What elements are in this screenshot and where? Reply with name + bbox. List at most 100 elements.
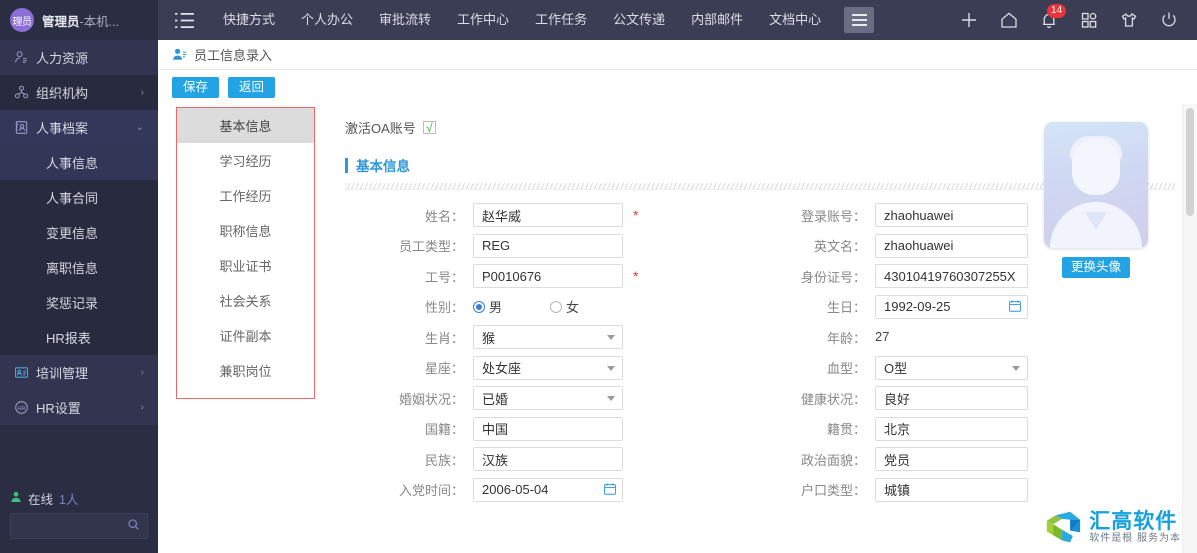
home-icon[interactable]	[989, 0, 1029, 40]
tab-basic-info[interactable]: 基本信息	[177, 108, 314, 143]
name-input[interactable]	[473, 203, 623, 228]
activate-oa-checkbox[interactable]: √	[422, 121, 436, 134]
sidebar-user[interactable]: 理员 管理员-本机...	[0, 0, 158, 40]
field-control	[473, 203, 623, 228]
vertical-scrollbar[interactable]	[1182, 104, 1197, 553]
sidebar-item-personnel-contract[interactable]: 人事合同	[0, 180, 158, 215]
field-control: 猴	[473, 325, 623, 350]
field-label: 国籍：	[424, 422, 464, 438]
tab-part-time-post[interactable]: 兼职岗位	[177, 353, 314, 388]
sidebar-item-hr[interactable]: 人力资源	[0, 40, 158, 75]
field-label: 户口类型：	[800, 483, 866, 499]
tab-professional-cert[interactable]: 职业证书	[177, 248, 314, 283]
field-gender: 性别： 男 女	[345, 292, 765, 323]
id-number-input[interactable]	[875, 264, 1028, 289]
plus-icon[interactable]	[949, 0, 989, 40]
field-control	[875, 203, 1028, 228]
section-title: 基本信息	[356, 159, 410, 174]
required-marker: *	[633, 268, 639, 285]
back-button[interactable]: 返回	[228, 76, 276, 98]
zodiac-animal-select[interactable]: 猴	[473, 325, 623, 350]
sidebar-footer: 在线 1人	[0, 483, 158, 553]
political-status-input[interactable]	[875, 447, 1028, 472]
sidebar-item-reward-records[interactable]: 奖惩记录	[0, 285, 158, 320]
nav-internal-mail[interactable]: 内部邮件	[678, 0, 756, 40]
field-health-status: 健康状况：	[765, 383, 1165, 414]
sidebar-item-resignation-info[interactable]: 离职信息	[0, 250, 158, 285]
hamburger-line	[851, 19, 867, 21]
user-card-icon	[172, 47, 187, 62]
online-status: 在线 1人	[10, 483, 148, 513]
tab-document-copies[interactable]: 证件副本	[177, 318, 314, 353]
tab-education[interactable]: 学习经历	[177, 143, 314, 178]
sidebar-item-training[interactable]: 培训管理 ›	[0, 355, 158, 390]
calendar-icon[interactable]	[603, 482, 617, 498]
sidebar-subitem-label: 人事信息	[46, 156, 99, 171]
sidebar-item-personnel-info[interactable]: 人事信息	[0, 145, 158, 180]
nav-personal-office[interactable]: 个人办公	[288, 0, 366, 40]
calendar-icon[interactable]	[1008, 299, 1022, 315]
power-icon[interactable]	[1149, 0, 1189, 40]
blood-type-select[interactable]: O型	[875, 355, 1028, 380]
select-value: 处女座	[482, 361, 522, 377]
field-label: 登录账号：	[800, 208, 866, 224]
party-join-date-input[interactable]	[473, 477, 623, 502]
scrollbar-thumb[interactable]	[1186, 108, 1194, 216]
sidebar-item-personnel-file[interactable]: 人事档案 ⌄	[0, 110, 158, 145]
more-menu-button[interactable]	[844, 7, 875, 33]
field-control: 已婚	[473, 386, 623, 411]
birthday-input[interactable]	[875, 294, 1028, 319]
field-label: 健康状况：	[800, 391, 866, 407]
topbar-icons: 14	[949, 0, 1197, 40]
tab-work-experience[interactable]: 工作经历	[177, 178, 314, 213]
search-icon[interactable]	[127, 518, 140, 534]
nav-shortcut[interactable]: 快捷方式	[210, 0, 288, 40]
field-control	[875, 477, 1028, 502]
marital-status-select[interactable]: 已婚	[473, 386, 623, 411]
tab-social-relations[interactable]: 社会关系	[177, 283, 314, 318]
gender-radio-male[interactable]: 男	[473, 297, 502, 316]
shirt-icon[interactable]	[1109, 0, 1149, 40]
english-name-input[interactable]	[875, 233, 1028, 258]
constellation-select[interactable]: 处女座	[473, 355, 623, 380]
health-status-input[interactable]	[875, 386, 1028, 411]
field-employee-no: 工号： *	[345, 261, 765, 292]
sidebar-item-org[interactable]: 组织机构 ›	[0, 75, 158, 110]
sidebar-item-hr-settings[interactable]: HR HR设置 ›	[0, 390, 158, 425]
sidebar-search[interactable]	[10, 513, 148, 539]
sidebar-menu: 人力资源 组织机构 › 人事档案 ⌄ 人事信息 人事合同 变更信息 离职信息 奖…	[0, 40, 158, 483]
native-place-input[interactable]	[875, 416, 1028, 441]
nav-document-center[interactable]: 文档中心	[756, 0, 834, 40]
apps-grid-icon[interactable]	[1069, 0, 1109, 40]
sidebar-item-change-info[interactable]: 变更信息	[0, 215, 158, 250]
employee-type-input[interactable]	[473, 233, 623, 258]
field-blood-type: 血型： O型	[765, 353, 1165, 384]
ethnicity-input[interactable]	[473, 447, 623, 472]
field-label: 政治面貌：	[800, 452, 866, 468]
tab-title-info[interactable]: 职称信息	[177, 213, 314, 248]
field-native-place: 籍贯：	[765, 414, 1165, 445]
select-value: 猴	[482, 330, 496, 346]
save-button[interactable]: 保存	[172, 76, 220, 98]
sidebar-item-hr-reports[interactable]: HR报表	[0, 320, 158, 355]
field-ethnicity: 民族：	[345, 444, 765, 475]
hamburger-line	[851, 14, 867, 16]
nav-work-center[interactable]: 工作中心	[444, 0, 522, 40]
login-account-input[interactable]	[875, 203, 1028, 228]
change-avatar-button[interactable]: 更换头像	[1061, 257, 1130, 278]
sidebar-toggle-icon[interactable]	[158, 12, 210, 29]
field-control	[875, 264, 1028, 289]
field-label: 生日：	[826, 300, 866, 316]
bell-icon[interactable]: 14	[1029, 0, 1069, 40]
nationality-input[interactable]	[473, 416, 623, 441]
notification-badge: 14	[1047, 4, 1066, 18]
field-age: 年龄： 27	[765, 322, 1165, 353]
nav-work-task[interactable]: 工作任务	[522, 0, 600, 40]
household-type-input[interactable]	[875, 477, 1028, 502]
nav-document-transfer[interactable]: 公文传递	[600, 0, 678, 40]
field-label: 姓名：	[424, 208, 464, 224]
app-root: 理员 管理员-本机... 人力资源 组织机构 › 人事档案 ⌄ 人事信息 人事合…	[0, 0, 1197, 553]
nav-approval-flow[interactable]: 审批流转	[366, 0, 444, 40]
employee-no-input[interactable]	[473, 264, 623, 289]
gender-radio-female[interactable]: 女	[550, 297, 579, 316]
